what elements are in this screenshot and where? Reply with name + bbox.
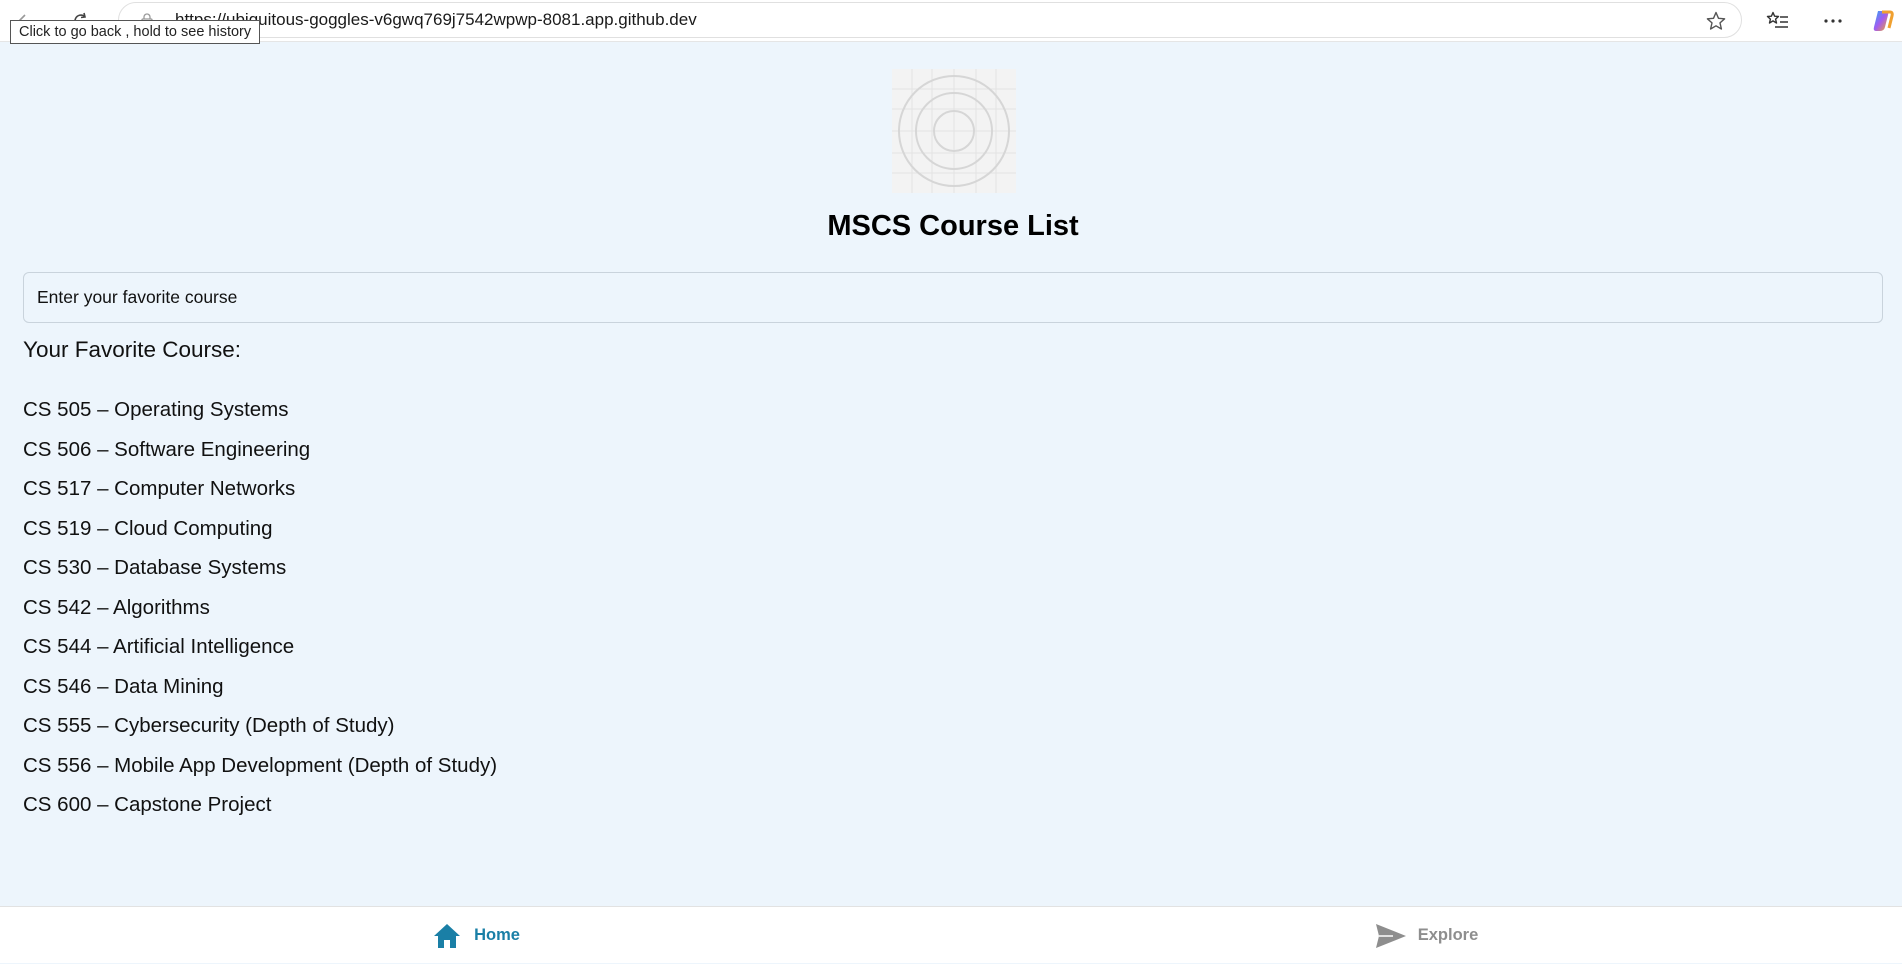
app-screen: MSCS Course List Your Favorite Course: C… bbox=[0, 42, 1902, 906]
favorite-star-icon[interactable] bbox=[1705, 10, 1727, 32]
course-item[interactable]: CS 505 – Operating Systems bbox=[23, 390, 497, 430]
paper-plane-icon bbox=[1375, 920, 1407, 952]
address-bar[interactable]: https://ubiquitous-goggles-v6gwq769j7542… bbox=[118, 2, 1742, 38]
course-item[interactable]: CS 542 – Algorithms bbox=[23, 588, 497, 628]
course-list: CS 505 – Operating Systems CS 506 – Soft… bbox=[23, 390, 497, 825]
course-item[interactable]: CS 506 – Software Engineering bbox=[23, 430, 497, 470]
course-item[interactable]: CS 530 – Database Systems bbox=[23, 548, 497, 588]
favorite-course-label: Your Favorite Course: bbox=[23, 337, 242, 362]
tab-explore-label: Explore bbox=[1417, 926, 1479, 944]
more-options-icon[interactable] bbox=[1820, 8, 1846, 34]
favorite-course-input[interactable] bbox=[23, 272, 1883, 323]
logo-image bbox=[892, 69, 1016, 193]
course-item[interactable]: CS 546 – Data Mining bbox=[23, 667, 497, 707]
tab-home-label: Home bbox=[474, 926, 520, 944]
home-icon bbox=[431, 920, 463, 952]
course-item[interactable]: CS 519 – Cloud Computing bbox=[23, 509, 497, 549]
course-item[interactable]: CS 555 – Cybersecurity (Depth of Study) bbox=[23, 706, 497, 746]
favorites-list-icon[interactable] bbox=[1765, 8, 1791, 34]
course-item[interactable]: CS 600 – Capstone Project bbox=[23, 785, 497, 825]
tab-explore[interactable]: Explore bbox=[951, 907, 1902, 964]
back-button-tooltip: Click to go back , hold to see history bbox=[10, 20, 261, 44]
favorite-course-section: Your Favorite Course: bbox=[23, 337, 247, 363]
bottom-tab-bar: Home Explore bbox=[0, 906, 1902, 963]
course-item[interactable]: CS 556 – Mobile App Development (Depth o… bbox=[23, 746, 497, 786]
copilot-icon[interactable] bbox=[1870, 8, 1896, 34]
course-item[interactable]: CS 544 – Artificial Intelligence bbox=[23, 627, 497, 667]
course-item[interactable]: CS 517 – Computer Networks bbox=[23, 469, 497, 509]
browser-toolbar: https://ubiquitous-goggles-v6gwq769j7542… bbox=[0, 0, 1902, 42]
placeholder-grid-icon bbox=[892, 69, 1016, 193]
page-title: MSCS Course List bbox=[827, 210, 1079, 242]
tab-home[interactable]: Home bbox=[0, 907, 951, 964]
